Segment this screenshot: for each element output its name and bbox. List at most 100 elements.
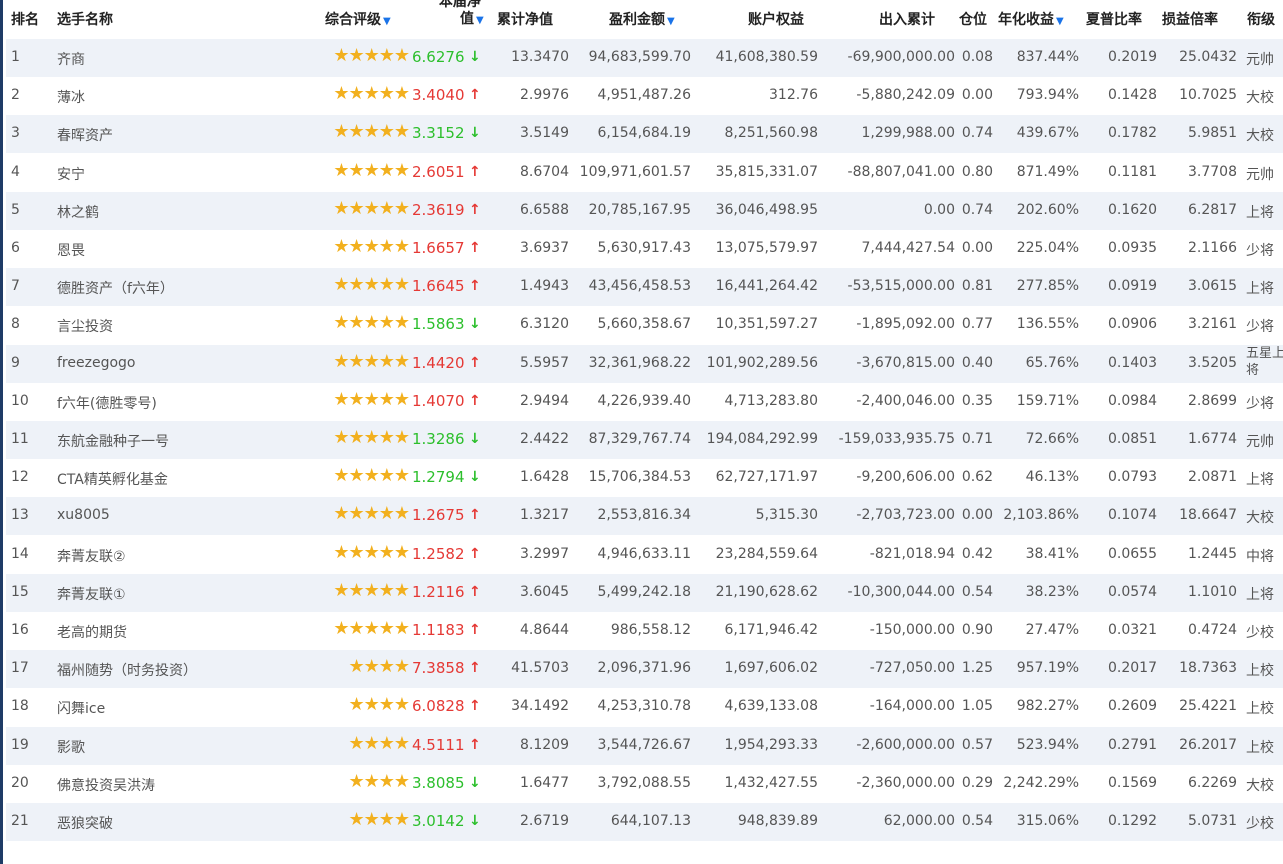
cell-rank: 7 xyxy=(11,278,20,295)
table-row[interactable]: 8 言尘投资 6.3120 5,660,358.67 10,351,597.27 -1,8… xyxy=(6,306,1283,344)
table-row[interactable]: 7 德胜资产（f六年） 1.4943 43,456,458.53 16,441,264.… xyxy=(6,268,1283,307)
sort-arrow-icon: ▼ xyxy=(667,16,675,27)
cell-name[interactable]: 齐商 xyxy=(57,49,85,69)
cell-profit: 94,683,599.70 xyxy=(588,49,691,65)
cell-sharpe: 0.2017 xyxy=(1108,660,1157,677)
cell-pl: 0.4724 xyxy=(1188,622,1237,638)
cell-equity: 1,697,606.02 xyxy=(724,660,818,677)
cell-name[interactable]: xu8005 xyxy=(57,507,110,523)
header-rating-label: 综合评级 xyxy=(325,12,381,28)
table-row[interactable]: 1 齐商 13.3470 94,683,599.70 41,608,380.59 -69,… xyxy=(6,39,1283,77)
cell-name[interactable]: freezegogo xyxy=(57,355,135,371)
cell-rank: 6 xyxy=(11,240,20,256)
cell-name[interactable]: 安宁 xyxy=(57,164,85,184)
cell-name[interactable]: 恶狼突破 xyxy=(57,813,113,833)
cell-name[interactable]: 东航金融种子一号 xyxy=(57,431,169,451)
table-row[interactable]: 19 影歌 8.1209 3,544,726.67 1,954,293.33 -2,600… xyxy=(6,726,1283,765)
table-row[interactable]: 14 奔菁友联② 3.2997 4,946,633.11 23,284,559.64 -8… xyxy=(6,536,1283,574)
table-row[interactable]: 15 奔菁友联① 3.6045 5,499,242.18 21,190,628.62 -1… xyxy=(6,573,1283,612)
cell-rank: 16 xyxy=(11,622,29,638)
table-row[interactable]: 17 福州随势（时务投资） 41.5703 2,096,371.96 1,697,606… xyxy=(6,650,1283,689)
header-annual[interactable]: 年化收益 ▼ xyxy=(998,9,1064,29)
table-row[interactable]: 2 薄冰 2.9976 4,951,487.26 312.76 -5,880,242.09… xyxy=(6,77,1283,115)
cell-inout: -150,000.00 xyxy=(869,622,955,638)
table-row[interactable]: 11 东航金融种子一号 2.4422 87,329,767.74 194,084,292… xyxy=(6,421,1283,459)
cell-title: 少校 xyxy=(1246,816,1274,832)
arrow-up-icon: ↑ xyxy=(469,163,481,180)
cell-pos: 0.57 xyxy=(961,736,993,753)
cell-rank: 18 xyxy=(11,698,29,715)
cell-cum: 8.6704 xyxy=(520,163,569,180)
cell-sharpe: 0.0906 xyxy=(1108,316,1157,333)
cell-name[interactable]: 影歌 xyxy=(57,737,85,757)
table-row[interactable]: 13 xu8005 1.3217 2,553,816.34 5,315.30 -2,703… xyxy=(6,497,1283,536)
cell-sharpe: 0.0793 xyxy=(1108,469,1157,486)
cell-pos: 0.40 xyxy=(961,354,993,371)
cell-title: 中将 xyxy=(1246,548,1274,565)
cell-annual: 982.27% xyxy=(1016,698,1079,715)
cell-inout: 1,299,988.00 xyxy=(861,125,955,142)
cell-sharpe: 0.0919 xyxy=(1108,278,1157,295)
header-profit[interactable]: 盈利金额 ▼ xyxy=(609,9,675,29)
cell-annual: 439.67% xyxy=(1016,125,1079,142)
table-row[interactable]: 6 恩畏 3.6937 5,630,917.43 13,075,579.97 7,444,… xyxy=(6,230,1283,268)
cell-title: 大校 xyxy=(1246,90,1274,107)
cell-name[interactable]: 恩畏 xyxy=(57,240,85,260)
header-rating[interactable]: 综合评级 ▼ xyxy=(325,9,391,29)
rating-stars-icon: ★★★★ xyxy=(348,809,410,830)
cell-pl: 3.0615 xyxy=(1188,278,1237,295)
cell-cum: 1.3217 xyxy=(520,507,569,524)
cell-pl: 18.7363 xyxy=(1179,660,1237,677)
cell-name[interactable]: 春晖资产 xyxy=(57,125,113,145)
header-equity: 账户权益 xyxy=(748,12,804,28)
table-row[interactable]: 9 freezegogo 5.5957 32,361,968.22 101,902,28… xyxy=(6,344,1283,383)
cell-pl: 25.4221 xyxy=(1179,698,1237,715)
cell-cum: 2.9494 xyxy=(520,392,569,409)
table-row[interactable]: 16 老高的期货 4.8644 986,558.12 6,171,946.42 -150,… xyxy=(6,612,1283,650)
cell-name[interactable]: 德胜资产（f六年） xyxy=(57,278,174,298)
cell-nav: 1.2675 xyxy=(412,506,465,525)
cell-cum: 6.3120 xyxy=(520,316,569,333)
cell-name[interactable]: 闪舞ice xyxy=(57,698,105,718)
cell-name[interactable]: 薄冰 xyxy=(57,87,85,107)
table-row[interactable]: 12 CTA精英孵化基金 1.6428 15,706,384.53 62,727,171… xyxy=(6,459,1283,497)
cell-cum: 3.6937 xyxy=(520,240,569,256)
table-row[interactable]: 5 林之鹤 6.6588 20,785,167.95 36,046,498.95 0.00… xyxy=(6,191,1283,230)
header-nav[interactable]: 本届净值 ▼ xyxy=(436,0,484,29)
cell-equity: 6,171,946.42 xyxy=(724,622,818,638)
cell-cum: 34.1492 xyxy=(511,698,569,715)
cell-name[interactable]: 林之鹤 xyxy=(57,202,99,222)
rating-stars-icon: ★★★★★ xyxy=(333,465,410,487)
table-row[interactable]: 4 安宁 8.6704 109,971,601.57 35,815,331.07 -88,… xyxy=(6,154,1283,192)
cell-sharpe: 0.1569 xyxy=(1108,774,1157,791)
cell-annual: 159.71% xyxy=(1016,392,1079,409)
cell-name[interactable]: 福州随势（时务投资） xyxy=(57,660,197,680)
table-row[interactable]: 3 春晖资产 3.5149 6,154,684.19 8,251,560.98 1,299… xyxy=(6,115,1283,154)
cell-name[interactable]: CTA精英孵化基金 xyxy=(57,469,168,489)
arrow-up-icon: ↑ xyxy=(469,87,481,104)
cell-name[interactable]: 佛意投资吴洪涛 xyxy=(57,775,155,795)
cell-cum: 41.5703 xyxy=(511,660,569,677)
table-row[interactable]: 18 闪舞ice 34.1492 4,253,310.78 4,639,133.08 -1… xyxy=(6,688,1283,726)
cell-name[interactable]: 奔菁友联② xyxy=(57,546,126,566)
cell-title: 上校 xyxy=(1246,701,1274,718)
cell-name[interactable]: f六年(德胜零号) xyxy=(57,393,157,413)
cell-name[interactable]: 奔菁友联① xyxy=(57,584,126,604)
cell-profit: 109,971,601.57 xyxy=(579,163,691,180)
cell-pl: 3.7708 xyxy=(1188,163,1237,180)
table-row[interactable]: 10 f六年(德胜零号) 2.9494 4,226,939.40 4,713,283.8… xyxy=(6,383,1283,421)
cell-title: 上将 xyxy=(1246,204,1274,221)
table-row[interactable]: 21 恶狼突破 2.6719 644,107.13 948,839.89 62,000.0… xyxy=(6,803,1283,841)
table-row[interactable]: 20 佛意投资吴洪涛 1.6477 3,792,088.55 1,432,427.55 -… xyxy=(6,765,1283,803)
cell-nav: 1.2582 xyxy=(412,544,465,563)
cell-sharpe: 0.1403 xyxy=(1108,354,1157,371)
cell-equity: 194,084,292.99 xyxy=(706,431,818,447)
cell-cum: 1.6477 xyxy=(520,774,569,791)
cell-name[interactable]: 言尘投资 xyxy=(57,316,113,336)
cell-annual: 202.60% xyxy=(1016,201,1079,218)
cell-pos: 0.00 xyxy=(961,87,993,104)
cell-inout: -3,670,815.00 xyxy=(856,354,955,371)
cell-name[interactable]: 老高的期货 xyxy=(57,622,127,642)
cell-pos: 0.62 xyxy=(961,469,993,486)
cell-title: 大校 xyxy=(1246,777,1274,794)
